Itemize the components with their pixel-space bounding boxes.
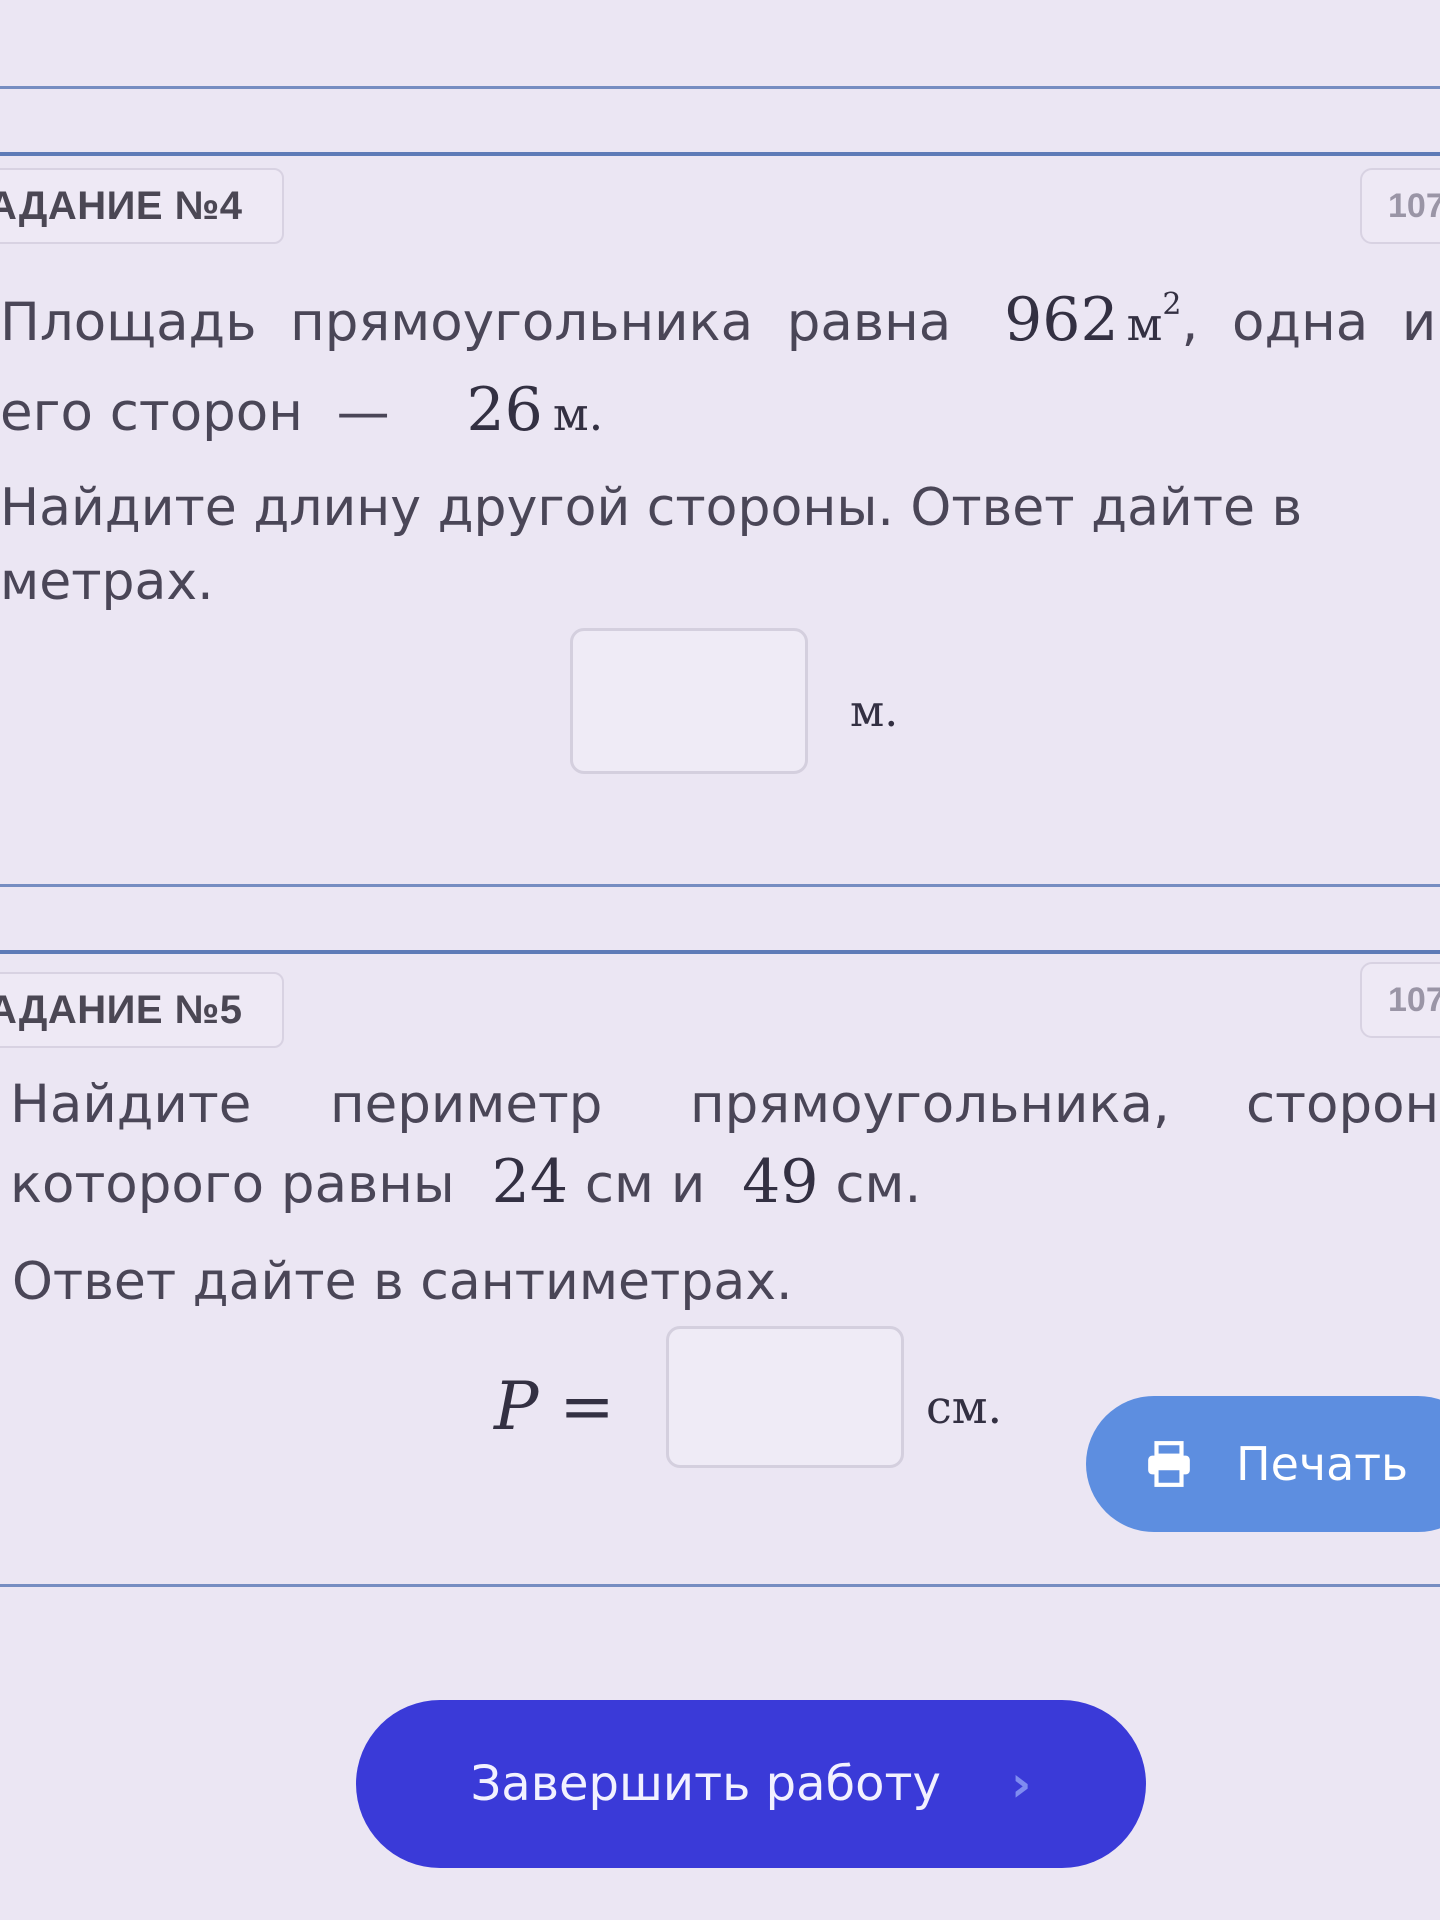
task4-question-line1: Найдите длину другой стороны. Ответ дайт… (0, 478, 1303, 538)
task4-side-value: 26 (466, 375, 543, 445)
task5-id-badge: 107 (1360, 962, 1440, 1038)
task5-line1-word3: прямоугольника, (690, 1074, 1170, 1135)
task4-badge-label: АДАНИЕ №4 (0, 183, 243, 228)
finish-work-button[interactable]: Завершить работу › (356, 1700, 1146, 1868)
task4-badge: АДАНИЕ №4 (0, 168, 284, 244)
task4-question-line2: метрах. (0, 552, 214, 612)
task4-line1-tail: , одна и (1181, 292, 1437, 353)
task4-answer-input[interactable] (570, 628, 808, 774)
task5-line2-mid: см и (584, 1154, 706, 1215)
task5-top-border (0, 950, 1440, 954)
task4-side-unit: м. (552, 387, 604, 441)
task5-line1-word4: сторон (1246, 1074, 1440, 1135)
task5-line1-word1: Найдите (10, 1074, 252, 1135)
finish-work-label: Завершить работу (470, 1756, 941, 1812)
task5-line1-word2: периметр (330, 1074, 603, 1135)
print-button-label: Печать (1236, 1437, 1409, 1491)
task5-side1-value: 24 (491, 1147, 568, 1217)
print-button[interactable]: Печать (1086, 1396, 1440, 1532)
task5-bottom-border (0, 1584, 1440, 1587)
task5-line2-text: которого равны (10, 1154, 455, 1215)
task5-side2-value: 49 (742, 1147, 819, 1217)
task4-line2-text: его сторон — (0, 382, 390, 443)
task5-answer-unit: см. (926, 1380, 1003, 1434)
task4-area-exponent: 2 (1162, 287, 1182, 322)
task4-bottom-border (0, 884, 1440, 887)
task4-area-unit: м (1126, 297, 1163, 351)
task5-answer-input[interactable] (666, 1326, 904, 1468)
divider-top (0, 86, 1440, 89)
printer-icon (1148, 1441, 1190, 1487)
task4-id: 107 (1388, 186, 1440, 225)
task4-area-value: 962 (1004, 285, 1119, 355)
task4-id-badge: 107 (1360, 168, 1440, 244)
chevron-right-icon: › (1010, 1755, 1032, 1813)
task5-statement-line2: которого равны 24 см и 49 см. (10, 1152, 921, 1212)
task5-line2-unit: см. (835, 1154, 922, 1215)
task4-answer-unit: м. (850, 686, 899, 737)
task5-id: 107 (1388, 980, 1440, 1019)
task4-line1-text: Площадь прямоугольника равна (0, 292, 952, 353)
task5-badge-label: АДАНИЕ №5 (0, 987, 243, 1032)
task5-formula-label: P = (494, 1368, 615, 1445)
task4-statement-line2: его сторон — 26 м. (0, 380, 603, 440)
task4-top-border (0, 152, 1440, 156)
task5-badge: АДАНИЕ №5 (0, 972, 284, 1048)
task4-statement-line1: Площадь прямоугольника равна 962 м2, одна… (0, 287, 1437, 353)
task5-question: Ответ дайте в сантиметрах. (12, 1252, 793, 1312)
